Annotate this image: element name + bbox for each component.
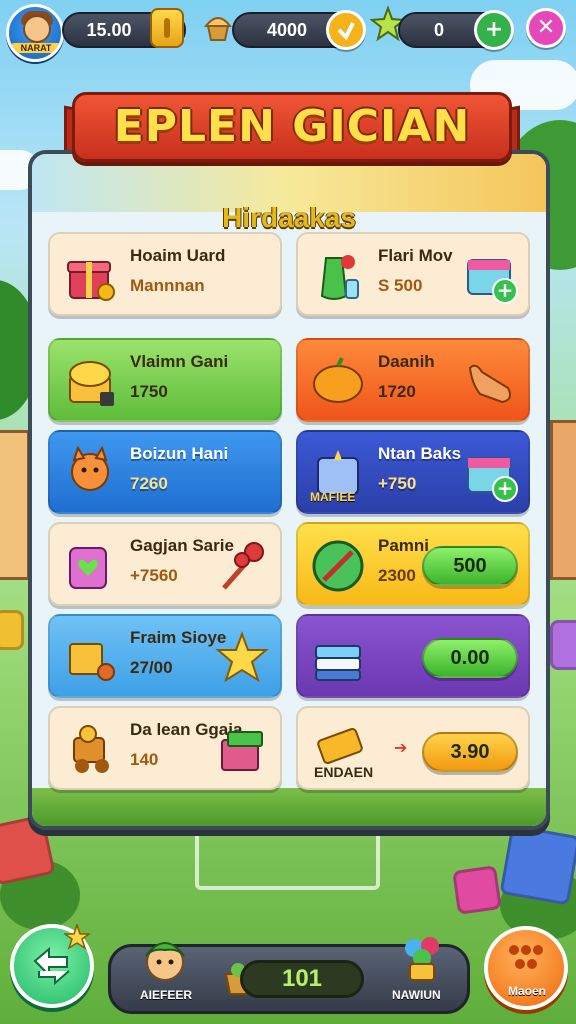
card-5-title: Boizun Hani bbox=[130, 444, 229, 463]
currency3-add-button[interactable]: + bbox=[474, 10, 514, 50]
close-button[interactable]: ✕ bbox=[526, 8, 566, 48]
toy-block bbox=[499, 824, 576, 906]
gem-heart-icon bbox=[69, 547, 107, 589]
shop-card-5[interactable]: Boizun Hani 7260 bbox=[48, 430, 282, 514]
card-10-buy-button[interactable]: 0.00 bbox=[422, 638, 518, 678]
title-banner: EPLEN GICIAN bbox=[72, 92, 512, 162]
currency2-value: 4000 bbox=[266, 20, 308, 40]
gift-box-icon bbox=[67, 261, 115, 301]
field-line bbox=[195, 830, 380, 890]
shop-card-6[interactable]: MAFIEE Ntan Baks +750 + bbox=[296, 430, 530, 514]
star-icon bbox=[215, 631, 269, 683]
house bbox=[550, 420, 576, 580]
orange-menu-button[interactable]: Maoen bbox=[484, 926, 568, 1010]
card-8-sub: 2300 bbox=[378, 566, 416, 585]
banner-title: EPLEN GICIAN bbox=[113, 101, 471, 152]
shop-card-8[interactable]: Pamni 2300 500 bbox=[296, 522, 530, 606]
house bbox=[0, 430, 30, 580]
card-2-add-button[interactable]: + bbox=[492, 278, 518, 304]
card-11-sub: 140 bbox=[130, 750, 159, 769]
card-9-title: Fraim Sioye bbox=[130, 628, 227, 647]
player-avatar[interactable]: NARAT bbox=[6, 4, 64, 62]
card-12-buy-button[interactable]: 3.90 bbox=[422, 732, 518, 772]
top-bar: NARAT 15.00 4000 0 + ✕ bbox=[0, 0, 576, 62]
arrow-icon bbox=[337, 22, 355, 41]
meat-icon bbox=[468, 364, 511, 404]
currency3-value: 0 bbox=[433, 20, 444, 40]
currency2-add-button[interactable] bbox=[326, 10, 366, 50]
card-4-sub: 1720 bbox=[378, 382, 416, 401]
panel-subtitle: Hirdaakas bbox=[222, 202, 356, 233]
card-6-add-button[interactable]: + bbox=[492, 476, 518, 502]
arrow-right-icon: ➔ bbox=[394, 738, 408, 757]
shop-card-10[interactable]: 0.00 bbox=[296, 614, 530, 698]
cart-crate-icon bbox=[69, 643, 115, 681]
avatar-face bbox=[23, 15, 51, 43]
potion-bottle-icon bbox=[320, 255, 359, 300]
card-5-sub: 7260 bbox=[130, 474, 168, 493]
shop-card-3[interactable]: Vlaimn Gani 1750 bbox=[48, 338, 282, 422]
currency1-value: 15.00 bbox=[86, 20, 132, 40]
avatar-name: NARAT bbox=[11, 43, 61, 53]
dots-icon bbox=[509, 945, 543, 969]
close-icon: ✕ bbox=[536, 15, 556, 40]
resource-counter: 101 bbox=[240, 960, 364, 998]
shop-card-11[interactable]: Da lean Ggaia 140 bbox=[48, 706, 282, 790]
card-3-title: Vlaimn Gani bbox=[130, 352, 229, 371]
card-1-sub: Mannnan bbox=[130, 276, 205, 295]
card-8-title: Pamni bbox=[378, 536, 430, 555]
book-stack-icon bbox=[315, 645, 361, 681]
cash-box-icon bbox=[221, 731, 263, 771]
treasure-chest-icon bbox=[69, 361, 114, 406]
card-6-title: Ntan Baks bbox=[378, 444, 462, 463]
card-2-sub: S 500 bbox=[378, 276, 423, 295]
cannon-cart-icon bbox=[73, 725, 109, 773]
card-3-sub: 1750 bbox=[130, 382, 168, 401]
shop-card-7[interactable]: Gagjan Sarie +7560 bbox=[48, 522, 282, 606]
right-item-label: NAWIUN bbox=[392, 988, 441, 1002]
cupcake-icon bbox=[203, 17, 233, 41]
shield-emblem-icon bbox=[312, 540, 364, 592]
card-8-buy-button[interactable]: 500 bbox=[422, 546, 518, 586]
card-1-title: Hoaim Uard bbox=[130, 246, 226, 265]
gold-bar-icon bbox=[150, 8, 184, 48]
card-2-title: Flari Mov bbox=[378, 246, 453, 265]
card-12-title: ENDAEN bbox=[314, 764, 374, 780]
panel-grass bbox=[32, 788, 546, 826]
orb-label: Maoen bbox=[508, 984, 547, 998]
toy-block bbox=[0, 610, 24, 650]
fruit-icon bbox=[313, 357, 363, 403]
card-6-sub: +750 bbox=[378, 474, 417, 493]
cat-pet-icon bbox=[71, 445, 109, 491]
toy-block bbox=[452, 865, 502, 915]
toy-block bbox=[550, 620, 576, 670]
card-7-sub: +7560 bbox=[130, 566, 178, 585]
character-avatar-icon[interactable] bbox=[138, 936, 192, 986]
magic-wand-icon bbox=[222, 542, 264, 590]
shop-card-1[interactable]: Hoaim Uard Mannnan bbox=[48, 232, 282, 316]
sparkle-star-icon bbox=[64, 924, 90, 950]
card-6-badge: MAFIEE bbox=[310, 490, 356, 504]
shop-card-12[interactable]: ENDAEN ➔ 3.90 bbox=[296, 706, 530, 790]
card-4-title: Daanih bbox=[378, 352, 435, 371]
shop-card-9[interactable]: Fraim Sioye 27/00 bbox=[48, 614, 282, 698]
balloons-icon[interactable] bbox=[400, 934, 444, 984]
left-character-label: AIEFEER bbox=[140, 988, 193, 1002]
card-9-sub: 27/00 bbox=[130, 658, 173, 677]
shop-card-4[interactable]: Daanih 1720 bbox=[296, 338, 530, 422]
shop-card-2[interactable]: Flari Mov S 500 + bbox=[296, 232, 530, 316]
panel-header: Hirdaakas bbox=[32, 154, 546, 233]
